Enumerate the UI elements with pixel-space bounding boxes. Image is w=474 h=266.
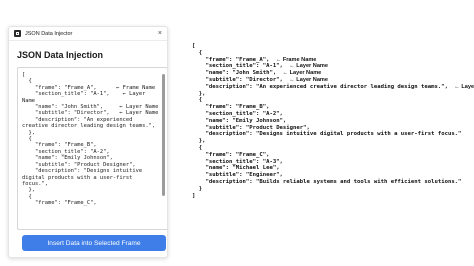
code-line: "name": "Michael Lee", bbox=[192, 165, 472, 172]
json-textarea[interactable]: [ { "frame": "Frame_A", ← Frame Name "se… bbox=[17, 67, 167, 230]
code-line: "description": "Designs intuitive digita… bbox=[192, 131, 472, 138]
code-line: "subtitle": "Engineer", bbox=[192, 172, 472, 179]
code-text: { bbox=[192, 49, 203, 56]
code-line: "subtitle": "Director", ← Layer Name bbox=[192, 77, 472, 84]
insert-data-button[interactable]: Insert Data into Selected Frame bbox=[22, 235, 166, 251]
code-text: "subtitle": "Director", bbox=[192, 76, 283, 83]
code-text: [ bbox=[192, 43, 196, 49]
code-line: ] bbox=[192, 193, 472, 200]
code-text: "name": "John Smith", bbox=[192, 70, 277, 77]
code-text: }, bbox=[192, 138, 206, 145]
code-text: "description": "Builds reliable systems … bbox=[192, 178, 462, 185]
code-line: "frame": "Frame_A", ← Frame Name bbox=[192, 57, 472, 64]
code-text: "subtitle": "Product Designer", bbox=[192, 124, 310, 131]
code-text: "name": "Michael Lee", bbox=[192, 165, 280, 172]
window-titlebar: JSON Data Injector × bbox=[9, 27, 167, 41]
json-code-view: [ { "frame": "Frame_A", ← Frame Name "se… bbox=[192, 43, 474, 200]
code-text: "section_title": "A-3", bbox=[192, 158, 283, 165]
close-icon[interactable]: × bbox=[158, 30, 162, 37]
code-text: }, bbox=[192, 90, 206, 97]
code-line: "description": "An experienced creative … bbox=[192, 83, 474, 91]
code-text: "section_title": "A-1", bbox=[192, 63, 283, 70]
code-line: "frame": "Frame_B", bbox=[192, 104, 472, 111]
code-text: "section_title": "A-2", bbox=[192, 110, 283, 117]
editor-line: "section_title": "A-1", ← Layer Name bbox=[22, 91, 149, 104]
code-text: "description": "Designs intuitive digita… bbox=[192, 131, 462, 138]
code-text: "name": "Emily Johnson", bbox=[192, 117, 287, 124]
plugin-panel: JSON Data Injector × JSON Data Injection… bbox=[8, 26, 168, 258]
code-annotation: ← Layer Name bbox=[276, 70, 322, 77]
code-text: ] bbox=[192, 192, 196, 199]
code-line: } bbox=[192, 186, 472, 193]
code-line: "name": "Emily Johnson", bbox=[192, 118, 472, 125]
code-text: "frame": "Frame_C", bbox=[192, 151, 270, 158]
code-line: { bbox=[192, 97, 472, 104]
code-annotation: ← Layer Name bbox=[282, 76, 329, 83]
panel-heading: JSON Data Injection bbox=[17, 50, 104, 60]
code-text: } bbox=[192, 185, 203, 192]
editor-line: "subtitle": "Director", ← Layer Name bbox=[22, 110, 159, 117]
code-text: "frame": "Frame_A", bbox=[192, 56, 270, 63]
window-title: JSON Data Injector bbox=[25, 30, 73, 37]
editor-line: "description": "Designs intuitive digita… bbox=[22, 168, 146, 187]
code-text: { bbox=[192, 144, 203, 151]
code-line: "subtitle": "Product Designer", bbox=[192, 125, 472, 132]
code-line: }, bbox=[192, 138, 472, 145]
code-text: "description": "An experienced creative … bbox=[192, 83, 448, 90]
code-line: "frame": "Frame_C", bbox=[192, 152, 472, 159]
code-line: "name": "John Smith", ← Layer Name bbox=[192, 70, 472, 77]
code-text: { bbox=[192, 97, 203, 104]
code-text: "frame": "Frame_B", bbox=[192, 104, 270, 111]
editor-line: "frame": "Frame_C", bbox=[22, 200, 97, 207]
code-annotation: ← Layer Name bbox=[282, 63, 329, 70]
code-line: [ bbox=[192, 43, 472, 50]
editor-scrollbar[interactable] bbox=[162, 74, 165, 196]
editor-line: "description": "An experienced creative … bbox=[22, 116, 156, 130]
code-line: }, bbox=[192, 91, 472, 98]
code-annotation: ← Frame Name bbox=[269, 56, 317, 63]
code-line: "description": "Builds reliable systems … bbox=[192, 179, 472, 186]
code-annotation: ← Layer Name bbox=[454, 83, 474, 90]
json-editor-content[interactable]: [ { "frame": "Frame_A", ← Frame Name "se… bbox=[22, 72, 159, 207]
code-text: "subtitle": "Engineer", bbox=[192, 172, 283, 179]
code-line: { bbox=[192, 50, 472, 57]
code-line: "section_title": "A-1", ← Layer Name bbox=[192, 63, 472, 70]
code-line: "section_title": "A-2", bbox=[192, 111, 472, 118]
code-line: { bbox=[192, 145, 472, 152]
plugin-app-icon bbox=[14, 30, 21, 37]
code-line: "section_title": "A-3", bbox=[192, 159, 472, 166]
